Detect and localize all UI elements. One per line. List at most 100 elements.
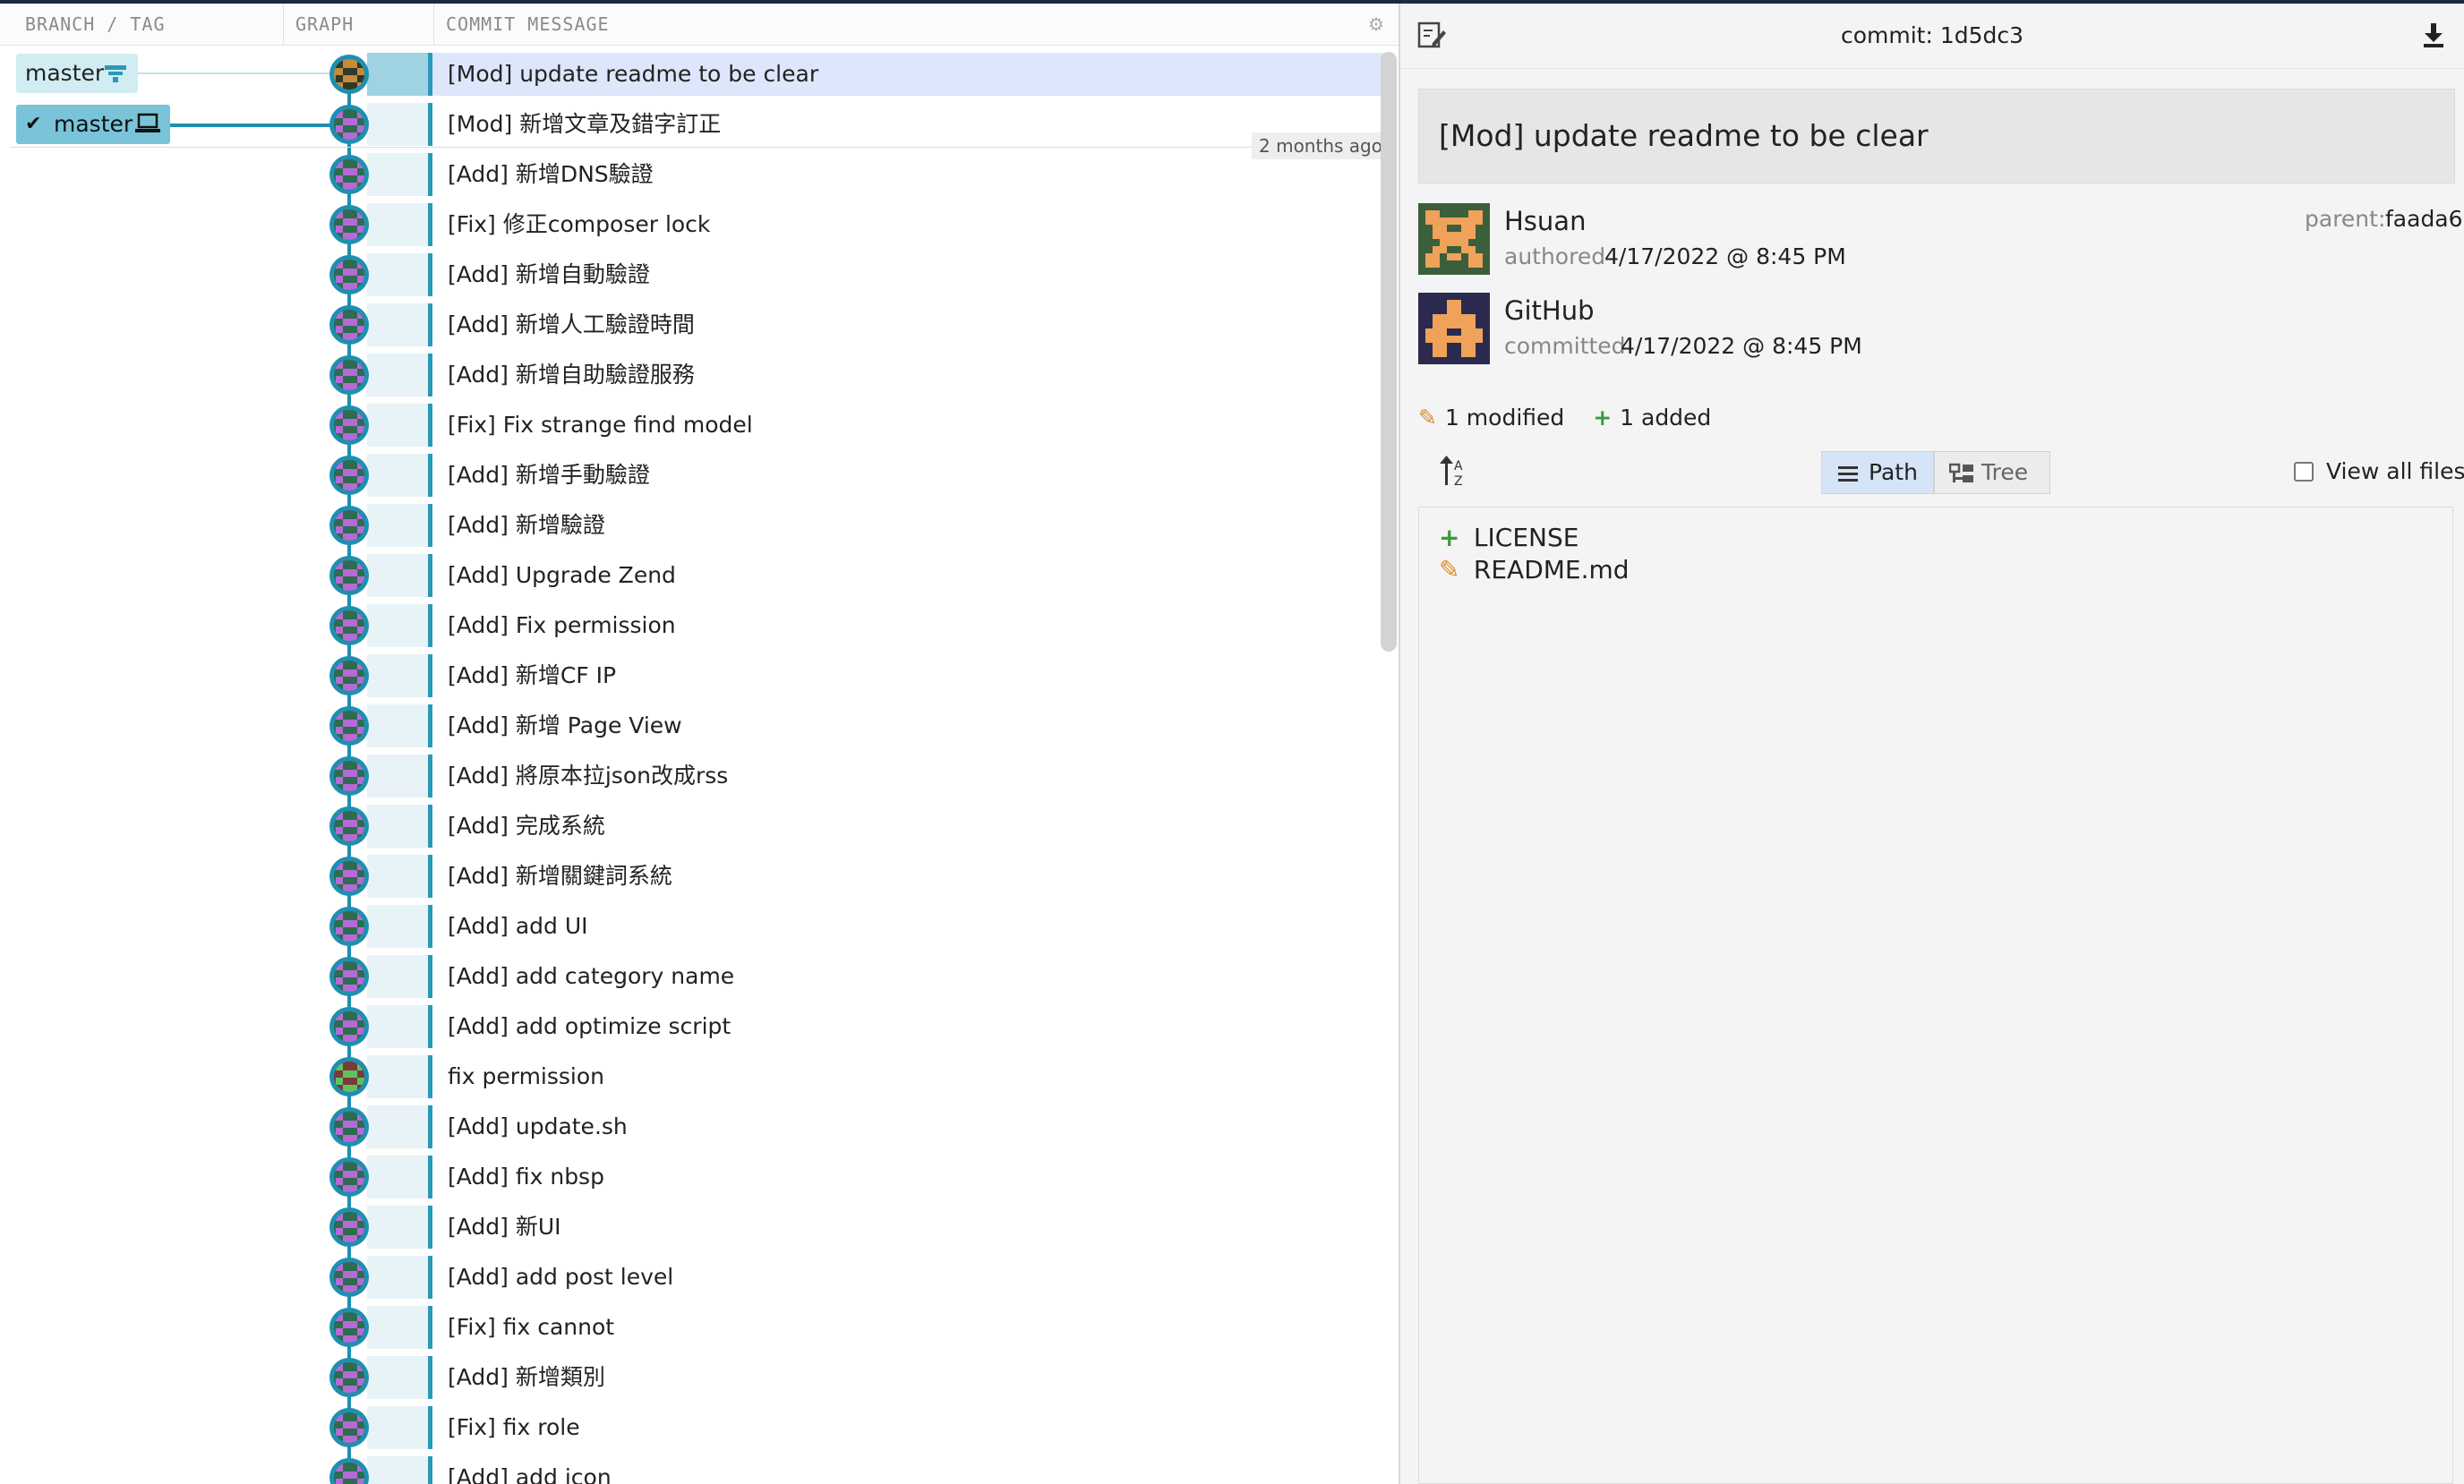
path-view-button[interactable]: Path (1821, 451, 1934, 494)
commit-row[interactable]: [Add] add icon (0, 1453, 1383, 1484)
column-branch-tag[interactable]: BRANCH / TAG (25, 4, 166, 45)
commit-node-avatar[interactable] (329, 1408, 369, 1447)
parent-hash[interactable]: faada6 (2385, 206, 2463, 232)
commit-message: [Fix] fix cannot (448, 1314, 615, 1340)
graph-cell (367, 554, 430, 597)
file-item-license[interactable]: + LICENSE (1439, 520, 1578, 556)
commit-row[interactable]: [Add] 新增關鍵詞系統 (0, 851, 1383, 901)
commit-node-avatar[interactable] (329, 606, 369, 645)
row-branch-stripe (428, 53, 432, 96)
commit-row[interactable]: [Add] fix nbsp (0, 1152, 1383, 1202)
avatar (334, 1312, 364, 1343)
commit-node-avatar[interactable] (329, 255, 369, 294)
commit-summary-box[interactable]: [Mod] update readme to be clear (1418, 89, 2455, 183)
commit-row[interactable]: [Mod] update readme to be clear (0, 49, 1383, 99)
commit-node-avatar[interactable] (329, 756, 369, 796)
plus-icon: + (1439, 523, 1460, 552)
row-branch-stripe (428, 1356, 432, 1399)
commit-row[interactable]: [Add] update.sh (0, 1102, 1383, 1152)
commit-row[interactable]: [Add] 完成系統 (0, 801, 1383, 851)
commit-row[interactable]: [Fix] 修正composer lock (0, 200, 1383, 250)
commit-node-avatar[interactable] (329, 1007, 369, 1046)
tree-icon (1948, 463, 1974, 488)
avatar (334, 260, 364, 290)
commit-row[interactable]: [Add] 新增CF IP (0, 651, 1383, 701)
download-icon[interactable] (2421, 21, 2446, 48)
commit-row[interactable]: [Add] 新增手動驗證 (0, 450, 1383, 500)
avatar (334, 610, 364, 641)
commit-hash[interactable]: 1d5dc3 (1940, 22, 2023, 48)
commit-message: [Add] add icon (448, 1464, 612, 1484)
commit-node-avatar[interactable] (329, 1358, 369, 1397)
commit-row[interactable]: [Add] Upgrade Zend (0, 550, 1383, 601)
avatar (334, 209, 364, 240)
commit-row[interactable]: [Add] 新UI (0, 1202, 1383, 1252)
graph-cell (367, 755, 430, 797)
commit-row[interactable]: [Add] 新增 Page View (0, 701, 1383, 751)
commit-message: [Mod] 新增文章及錯字訂正 (448, 111, 722, 137)
commit-row[interactable]: [Add] 將原本拉json改成rss (0, 751, 1383, 801)
row-branch-stripe (428, 1105, 432, 1148)
commit-node-avatar[interactable] (329, 806, 369, 846)
commit-node-avatar[interactable] (329, 656, 369, 695)
column-divider[interactable] (433, 4, 434, 45)
commit-node-avatar[interactable] (329, 1207, 369, 1247)
column-divider[interactable] (283, 4, 284, 45)
commit-node-avatar[interactable] (329, 1308, 369, 1347)
graph-cell (367, 153, 430, 196)
commit-row[interactable]: [Fix] Fix strange find model (0, 400, 1383, 450)
graph-cell (367, 1356, 430, 1399)
avatar (334, 1062, 364, 1092)
avatar (334, 711, 364, 741)
commit-row[interactable]: [Add] 新增DNS驗證 (0, 149, 1383, 200)
commit-row[interactable]: fix permission (0, 1052, 1383, 1102)
commit-row[interactable]: [Add] add category name (0, 951, 1383, 1002)
commit-row[interactable]: [Mod] 新增文章及錯字訂正 (0, 99, 1383, 149)
commit-node-avatar[interactable] (329, 405, 369, 445)
commit-row[interactable]: [Add] 新增類別 (0, 1352, 1383, 1403)
commit-node-avatar[interactable] (329, 957, 369, 996)
row-branch-stripe (428, 1005, 432, 1048)
commit-row[interactable]: [Add] 新增自助驗證服務 (0, 350, 1383, 400)
commit-row[interactable]: [Add] Fix permission (0, 601, 1383, 651)
avatar (334, 159, 364, 190)
commit-row[interactable]: [Fix] fix role (0, 1403, 1383, 1453)
commit-prefix: commit: (1840, 22, 1933, 48)
commit-node-avatar[interactable] (329, 305, 369, 345)
commit-node-avatar[interactable] (329, 55, 369, 94)
commit-row[interactable]: [Add] add optimize script (0, 1002, 1383, 1052)
commit-list-scrollbar[interactable] (1381, 52, 1397, 652)
commit-node-avatar[interactable] (329, 456, 369, 495)
commit-row[interactable]: [Add] 新增驗證 (0, 500, 1383, 550)
commit-node-avatar[interactable] (329, 706, 369, 746)
commit-node-avatar[interactable] (329, 355, 369, 395)
commit-node-avatar[interactable] (329, 556, 369, 595)
commit-node-avatar[interactable] (329, 205, 369, 244)
commit-row[interactable]: [Add] 新增自動驗證 (0, 250, 1383, 300)
row-branch-stripe (428, 704, 432, 747)
commit-summary-text: [Mod] update readme to be clear (1439, 118, 1929, 153)
commit-node-avatar[interactable] (329, 907, 369, 946)
tree-view-button[interactable]: Tree (1934, 451, 2050, 494)
commit-message: [Add] update.sh (448, 1113, 628, 1139)
gear-icon[interactable]: ⚙ (1366, 14, 1386, 34)
commit-node-avatar[interactable] (329, 1057, 369, 1096)
commit-node-avatar[interactable] (329, 105, 369, 144)
file-item-readme[interactable]: ✎ README.md (1439, 552, 1630, 588)
column-graph[interactable]: GRAPH (295, 4, 354, 45)
row-branch-stripe (428, 604, 432, 647)
commit-node-avatar[interactable] (329, 1107, 369, 1147)
commit-node-avatar[interactable] (329, 1157, 369, 1197)
commit-row[interactable]: [Fix] fix cannot (0, 1302, 1383, 1352)
commit-row[interactable]: [Add] 新增人工驗證時間 (0, 300, 1383, 350)
sort-alpha-icon[interactable]: AZ (1440, 455, 1470, 489)
commit-node-avatar[interactable] (329, 155, 369, 194)
commit-node-avatar[interactable] (329, 1258, 369, 1297)
commit-row[interactable]: [Add] add UI (0, 901, 1383, 951)
commit-row[interactable]: [Add] add post level (0, 1252, 1383, 1302)
column-commit-message[interactable]: COMMIT MESSAGE (446, 4, 610, 45)
view-all-files-checkbox[interactable] (2294, 462, 2314, 482)
commit-node-avatar[interactable] (329, 857, 369, 896)
commit-node-avatar[interactable] (329, 506, 369, 545)
graph-cell (367, 1156, 430, 1198)
